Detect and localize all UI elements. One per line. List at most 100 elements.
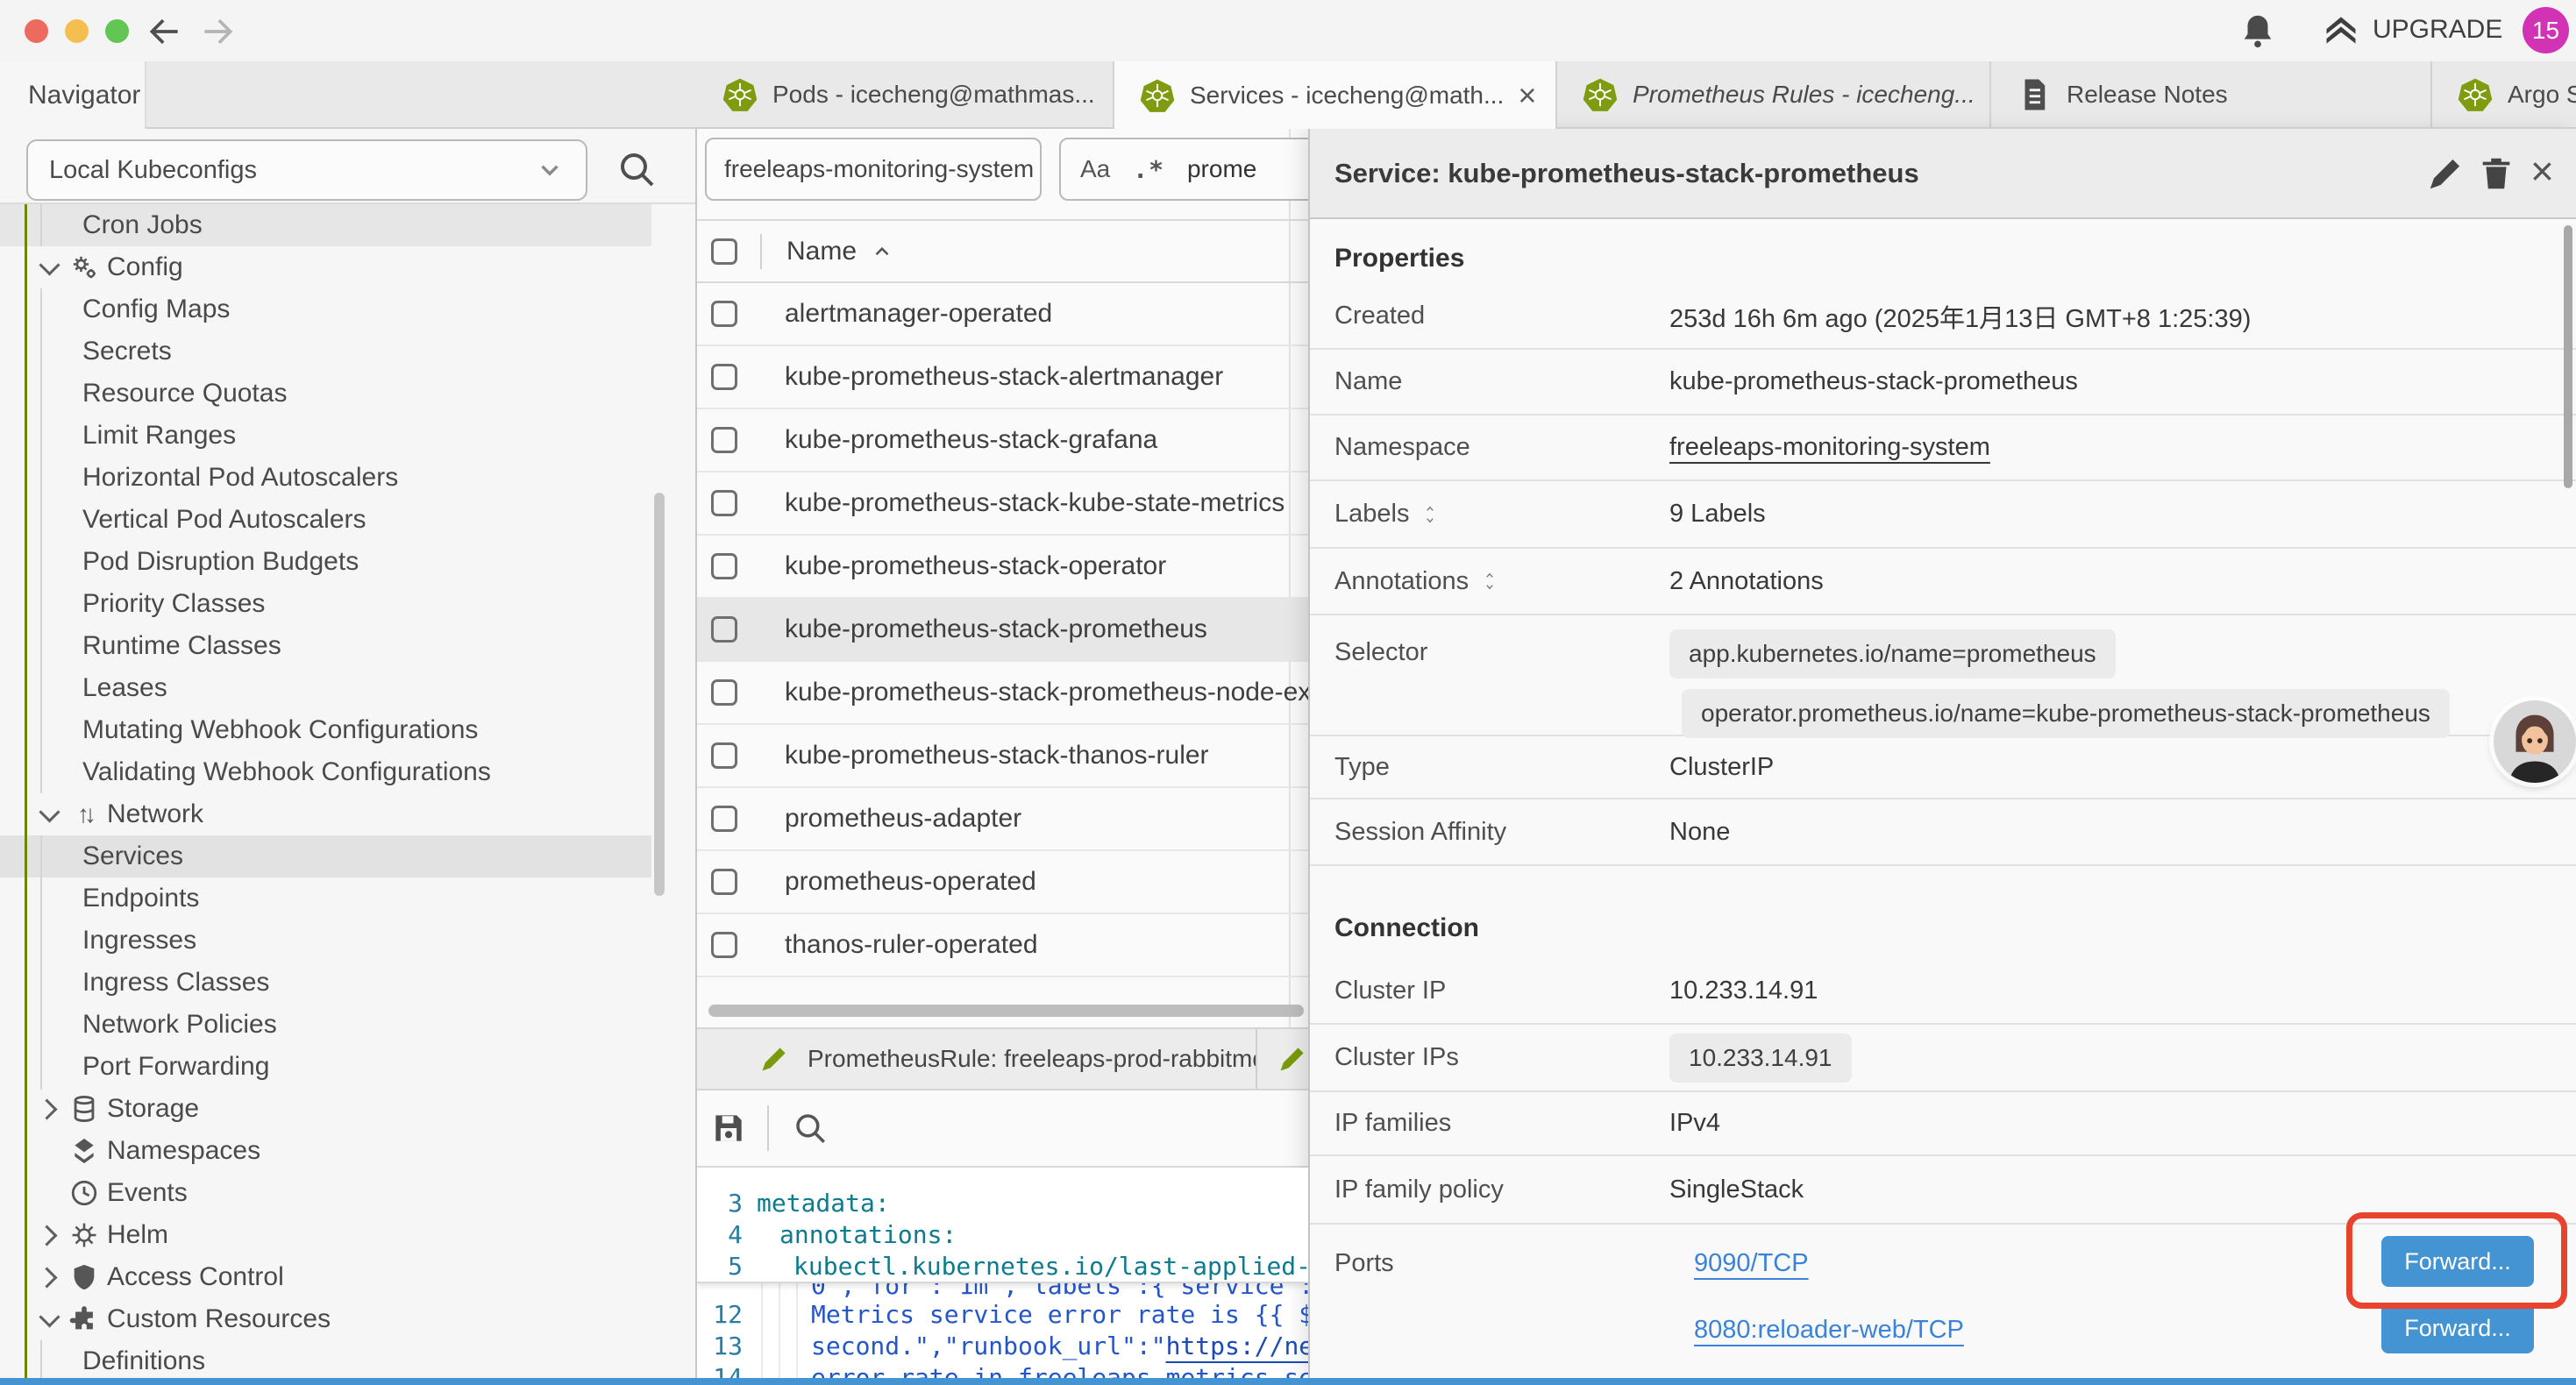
minimize-window-button[interactable] [65, 19, 89, 43]
tab-pods[interactable]: Pods - icecheng@mathmas... [697, 61, 1114, 127]
namespace-link[interactable]: freeleaps-monitoring-system [1669, 433, 1990, 462]
sidebar-item-priority-classes[interactable]: Priority Classes [0, 583, 651, 625]
detail-scrollbar-thumb[interactable] [2564, 225, 2572, 488]
chevron-down-icon[interactable] [37, 255, 61, 280]
table-row[interactable]: prometheus-operated [697, 851, 1308, 914]
chevron-down-icon[interactable] [37, 802, 61, 827]
editor-search-icon[interactable] [792, 1110, 829, 1147]
sidebar-item-ingress-classes[interactable]: Ingress Classes [0, 962, 651, 1004]
tab-services[interactable]: Services - icecheng@math... × [1114, 61, 1557, 129]
name-column-header[interactable]: Name [786, 237, 893, 266]
row-checkbox[interactable] [711, 301, 737, 327]
tab-release-notes[interactable]: Release Notes [1991, 61, 2432, 127]
horizontal-scrollbar-thumb[interactable] [708, 1005, 1304, 1017]
maximize-window-button[interactable] [105, 19, 129, 43]
sidebar-search-icon[interactable] [616, 148, 658, 190]
namespace-select[interactable]: freeleaps-monitoring-system [705, 138, 1042, 201]
row-checkbox[interactable] [711, 679, 737, 706]
dock-tab-next[interactable] [1257, 1029, 1308, 1089]
row-checkbox[interactable] [711, 742, 737, 769]
sidebar-item-mutating-webhook-configurations[interactable]: Mutating Webhook Configurations [0, 709, 651, 751]
sidebar-item-access-control[interactable]: Access Control [0, 1256, 651, 1298]
back-icon[interactable] [146, 12, 184, 51]
list-search-input[interactable]: Aa .* prome [1059, 138, 1308, 201]
port-link-9090[interactable]: 9090/TCP [1694, 1249, 1809, 1278]
tab-argo[interactable]: Argo Se [2432, 61, 2576, 127]
sidebar-item-events[interactable]: Events [0, 1172, 651, 1214]
sidebar-item-horizontal-pod-autoscalers[interactable]: Horizontal Pod Autoscalers [0, 457, 651, 499]
save-icon[interactable] [709, 1109, 748, 1147]
forward-icon[interactable] [198, 12, 237, 51]
close-tab-icon[interactable]: × [1518, 80, 1536, 111]
table-row[interactable]: alertmanager-operated [697, 283, 1308, 346]
sidebar-item-runtime-classes[interactable]: Runtime Classes [0, 625, 651, 667]
sidebar-item-pod-disruption-budgets[interactable]: Pod Disruption Budgets [0, 541, 651, 583]
sidebar-item-custom-resources[interactable]: Custom Resources [0, 1298, 651, 1340]
close-window-button[interactable] [25, 19, 48, 43]
chevron-right-icon[interactable] [37, 1097, 61, 1121]
sidebar-item-helm[interactable]: Helm [0, 1214, 651, 1256]
tab-navigator[interactable]: Navigator [0, 61, 146, 129]
table-row-selected[interactable]: kube-prometheus-stack-prometheus [697, 599, 1308, 662]
upgrade-button[interactable]: UPGRADE [2322, 11, 2502, 49]
row-checkbox[interactable] [711, 869, 737, 895]
row-checkbox[interactable] [711, 490, 737, 516]
tab-prometheus-rules[interactable]: Prometheus Rules - icecheng... [1557, 61, 1991, 127]
avatar[interactable] [2494, 700, 2576, 783]
sidebar-item-leases[interactable]: Leases [0, 667, 651, 709]
sidebar-item-limit-ranges[interactable]: Limit Ranges [0, 415, 651, 457]
chevron-down-icon[interactable] [37, 1307, 61, 1332]
sidebar-item-network[interactable]: ↑↓ Network [0, 793, 651, 835]
regex-toggle-icon[interactable]: .* [1133, 155, 1164, 184]
expand-toggle-icon[interactable] [1481, 571, 1498, 592]
sidebar-item-namespaces[interactable]: Namespaces [0, 1130, 651, 1172]
kubeconfig-select[interactable]: Local Kubeconfigs [26, 139, 587, 201]
row-checkbox[interactable] [711, 427, 737, 453]
row-checkbox[interactable] [711, 364, 737, 390]
match-case-toggle[interactable]: Aa [1080, 155, 1110, 183]
edit-pencil-icon[interactable] [2425, 153, 2466, 194]
row-checkbox[interactable] [711, 806, 737, 832]
sidebar-item-config[interactable]: Config [0, 246, 651, 288]
sidebar-scrollbar-thumb[interactable] [654, 493, 665, 896]
table-row[interactable]: kube-prometheus-stack-operator [697, 536, 1308, 599]
sidebar-item-network-policies[interactable]: Network Policies [0, 1004, 651, 1046]
sidebar-item-validating-webhook-configurations[interactable]: Validating Webhook Configurations [0, 751, 651, 793]
sidebar-item-secrets[interactable]: Secrets [0, 330, 651, 373]
notification-count-badge[interactable]: 15 [2523, 7, 2569, 53]
table-row[interactable]: kube-prometheus-stack-grafana [697, 409, 1308, 472]
expand-toggle-icon[interactable] [1421, 504, 1439, 525]
table-row[interactable]: kube-prometheus-stack-kube-state-metrics [697, 472, 1308, 536]
chevron-right-icon[interactable] [37, 1265, 61, 1289]
detail-label: Type [1310, 753, 1669, 782]
sidebar-item-endpoints[interactable]: Endpoints [0, 877, 651, 920]
table-row[interactable]: prometheus-adapter [697, 788, 1308, 851]
table-row[interactable]: kube-prometheus-stack-alertmanager [697, 346, 1308, 409]
editor-toolbar [697, 1090, 1308, 1168]
row-checkbox[interactable] [711, 932, 737, 958]
sidebar-item-vertical-pod-autoscalers[interactable]: Vertical Pod Autoscalers [0, 499, 651, 541]
sidebar-item-cron-jobs[interactable]: Cron Jobs [0, 204, 651, 246]
runbook-url-link[interactable]: https://net [1166, 1332, 1308, 1360]
sidebar-item-resource-quotas[interactable]: Resource Quotas [0, 373, 651, 415]
sidebar-item-ingresses[interactable]: Ingresses [0, 920, 651, 962]
table-row[interactable]: kube-prometheus-stack-prometheus-node-ex… [697, 662, 1308, 725]
close-panel-icon[interactable]: × [2530, 153, 2571, 194]
dock-tab-prometheusrule[interactable]: PrometheusRule: freeleaps-prod-rabbitmq [697, 1029, 1256, 1089]
sidebar-item-config-maps[interactable]: Config Maps [0, 288, 651, 330]
sidebar-item-storage[interactable]: Storage [0, 1088, 651, 1130]
port-link-8080[interactable]: 8080:reloader-web/TCP [1694, 1316, 1964, 1345]
yaml-editor[interactable]: 3metadata: 4annotations: 5kubectl.kubern… [697, 1168, 1308, 1378]
forward-button-8080[interactable]: Forward... [2381, 1303, 2534, 1353]
row-checkbox[interactable] [711, 616, 737, 643]
chevron-right-icon[interactable] [37, 1223, 61, 1247]
select-all-checkbox[interactable] [711, 238, 737, 265]
sidebar-item-definitions[interactable]: Definitions [0, 1340, 651, 1378]
sidebar-item-services[interactable]: Services [0, 835, 651, 877]
table-row[interactable]: kube-prometheus-stack-thanos-ruler [697, 725, 1308, 788]
table-row[interactable]: thanos-ruler-operated [697, 914, 1308, 977]
notifications-bell-icon[interactable] [2238, 11, 2278, 51]
delete-trash-icon[interactable] [2476, 153, 2516, 194]
sidebar-item-port-forwarding[interactable]: Port Forwarding [0, 1046, 651, 1088]
row-checkbox[interactable] [711, 553, 737, 579]
